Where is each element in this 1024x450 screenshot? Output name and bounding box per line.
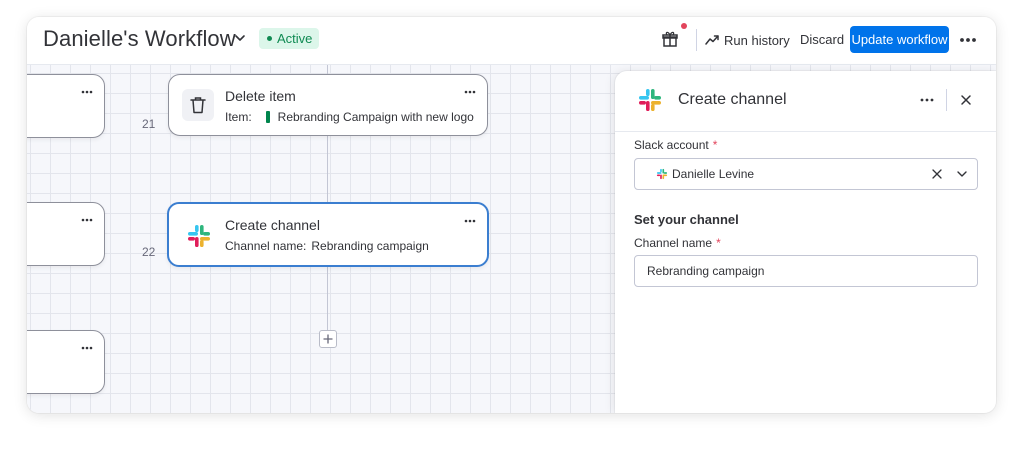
row-number: 21: [142, 117, 156, 131]
delete-item-card[interactable]: Delete item Item: Rebranding Campaign wi…: [168, 74, 488, 136]
more-icon[interactable]: [463, 214, 477, 228]
workflow-window: Danielle's Workflow Active Run history D…: [27, 17, 996, 413]
channel-name-value: Rebranding campaign: [647, 264, 765, 278]
status-dot: [267, 36, 272, 42]
card-field-label: Item:: [225, 110, 252, 124]
create-channel-panel: Create channel Slack account * Danielle L…: [615, 71, 996, 413]
slack-account-label: Slack account *: [634, 138, 718, 152]
card-field: Channel name: Rebranding campaign: [225, 239, 429, 253]
plus-icon: [323, 334, 333, 344]
card-title: Delete item: [225, 88, 296, 104]
create-channel-card[interactable]: Create channel Channel name: Rebranding …: [167, 202, 489, 267]
status-label: Active: [277, 31, 313, 46]
gift-icon[interactable]: [661, 30, 679, 48]
status-badge: Active: [259, 28, 320, 49]
workflow-title[interactable]: Danielle's Workflow: [43, 26, 236, 52]
channel-name-label: Channel name *: [634, 236, 721, 250]
slack-icon: [656, 168, 668, 180]
panel-divider: [946, 89, 947, 111]
group-color-bar: [265, 111, 270, 123]
add-step-button[interactable]: [319, 330, 337, 348]
chevron-down-icon[interactable]: [956, 168, 968, 180]
card-field-value: Rebranding campaign: [311, 239, 429, 253]
more-icon[interactable]: [957, 29, 979, 51]
trash-icon-box: [182, 89, 214, 121]
card-field: Item: Rebranding Campaign with new logo: [225, 110, 474, 124]
update-workflow-button[interactable]: Update workflow: [850, 26, 949, 53]
close-icon[interactable]: [959, 93, 973, 107]
card-field-value: Rebranding Campaign with new logo: [277, 110, 474, 124]
channel-name-input[interactable]: Rebranding campaign: [634, 255, 978, 287]
chevron-down-icon[interactable]: [233, 31, 247, 45]
partial-card[interactable]: [27, 74, 105, 138]
row-number: 22: [142, 245, 156, 259]
header-divider: [696, 29, 697, 51]
required-mark: *: [712, 138, 718, 152]
card-field-label: Channel name:: [225, 239, 307, 253]
partial-card[interactable]: [27, 202, 105, 266]
section-title: Set your channel: [634, 212, 739, 227]
run-history-label: Run history: [724, 32, 790, 48]
more-icon[interactable]: [80, 341, 94, 355]
discard-button[interactable]: Discard: [800, 28, 844, 52]
run-history-button[interactable]: Run history: [705, 28, 790, 52]
slack-account-select[interactable]: Danielle Levine: [634, 158, 978, 190]
slack-account-value: Danielle Levine: [672, 167, 755, 181]
trend-icon: [705, 35, 719, 45]
panel-header: Create channel: [615, 71, 996, 132]
card-title: Create channel: [225, 217, 320, 233]
trash-icon: [190, 97, 206, 114]
notification-dot: [681, 23, 687, 29]
more-icon[interactable]: [80, 213, 94, 227]
workflow-header: Danielle's Workflow Active Run history D…: [27, 17, 996, 65]
required-mark: *: [716, 236, 721, 250]
more-icon[interactable]: [80, 85, 94, 99]
clear-icon[interactable]: [931, 168, 943, 180]
partial-card[interactable]: [27, 330, 105, 394]
panel-title: Create channel: [678, 91, 787, 108]
more-icon[interactable]: [919, 92, 935, 108]
slack-icon: [639, 89, 661, 111]
slack-icon: [188, 225, 210, 247]
more-icon[interactable]: [463, 85, 477, 99]
